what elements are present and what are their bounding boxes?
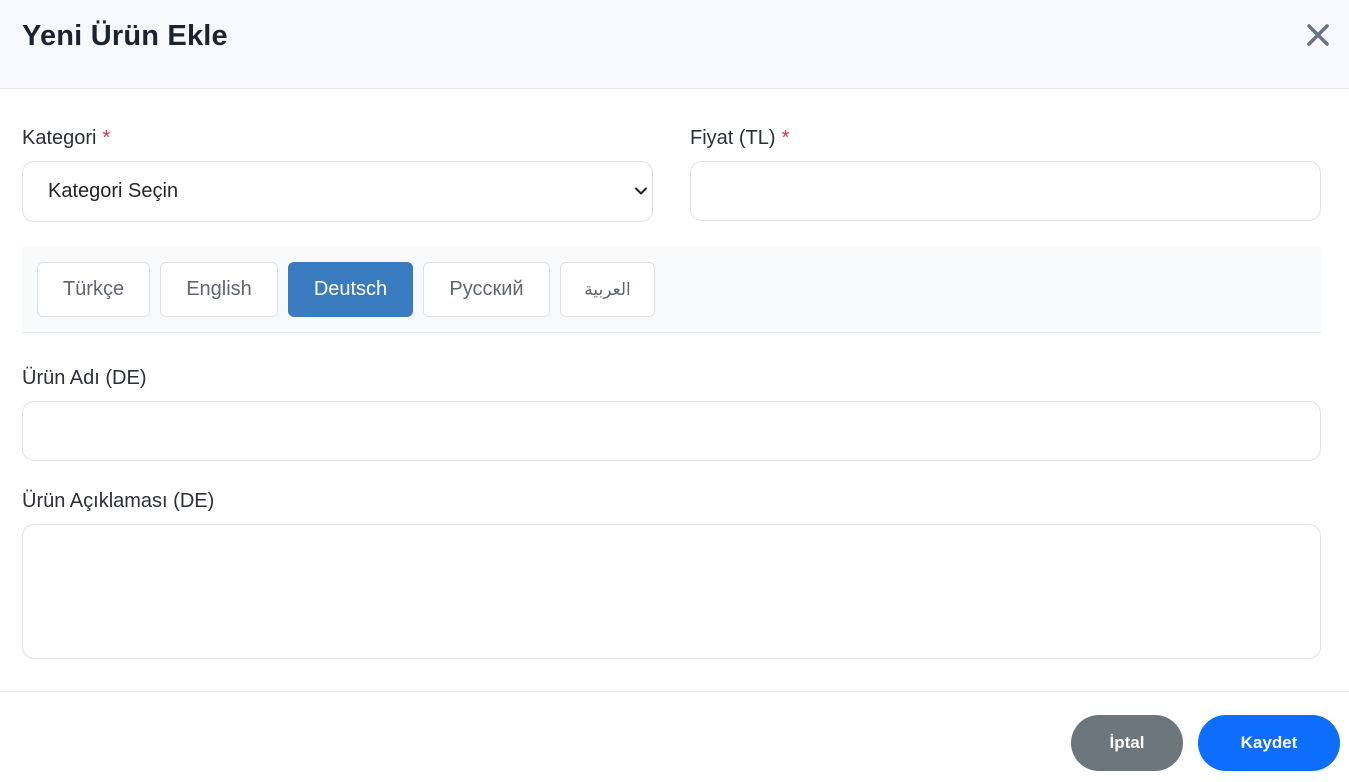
close-button[interactable] [1305,22,1331,48]
category-select-value: Kategori Seçin [48,180,179,202]
product-name-input[interactable] [22,401,1321,461]
required-mark: * [781,127,790,149]
price-input[interactable] [690,161,1321,221]
chevron-down-icon [635,187,647,195]
product-description-textarea[interactable] [22,524,1321,659]
modal-title: Yeni Ürün Ekle [22,20,228,52]
tab-arabic[interactable]: العربية [560,262,655,317]
price-label-text: Fiyat (TL) [690,127,776,149]
cancel-button[interactable]: İptal [1071,715,1183,771]
required-mark: * [102,127,111,149]
modal-header: Yeni Ürün Ekle [0,0,1349,89]
product-description-label: Ürün Açıklaması (DE) [22,490,215,512]
product-name-label: Ürün Adı (DE) [22,367,147,389]
footer-divider [0,691,1349,692]
price-label: Fiyat (TL) * [690,127,789,150]
tab-english[interactable]: English [160,262,278,317]
category-label: Kategori * [22,127,110,150]
save-button[interactable]: Kaydet [1198,715,1340,771]
category-select[interactable]: Kategori Seçin [22,161,653,222]
language-tabs: Türkçe English Deutsch Русский العربية [22,247,1321,333]
add-product-modal: Yeni Ürün Ekle Kategori * Kategori Seçin … [0,0,1349,782]
tab-deutsch[interactable]: Deutsch [288,262,413,317]
close-icon [1307,24,1329,46]
category-label-text: Kategori [22,127,97,149]
tab-russian[interactable]: Русский [423,262,550,317]
tab-turkce[interactable]: Türkçe [37,262,150,317]
